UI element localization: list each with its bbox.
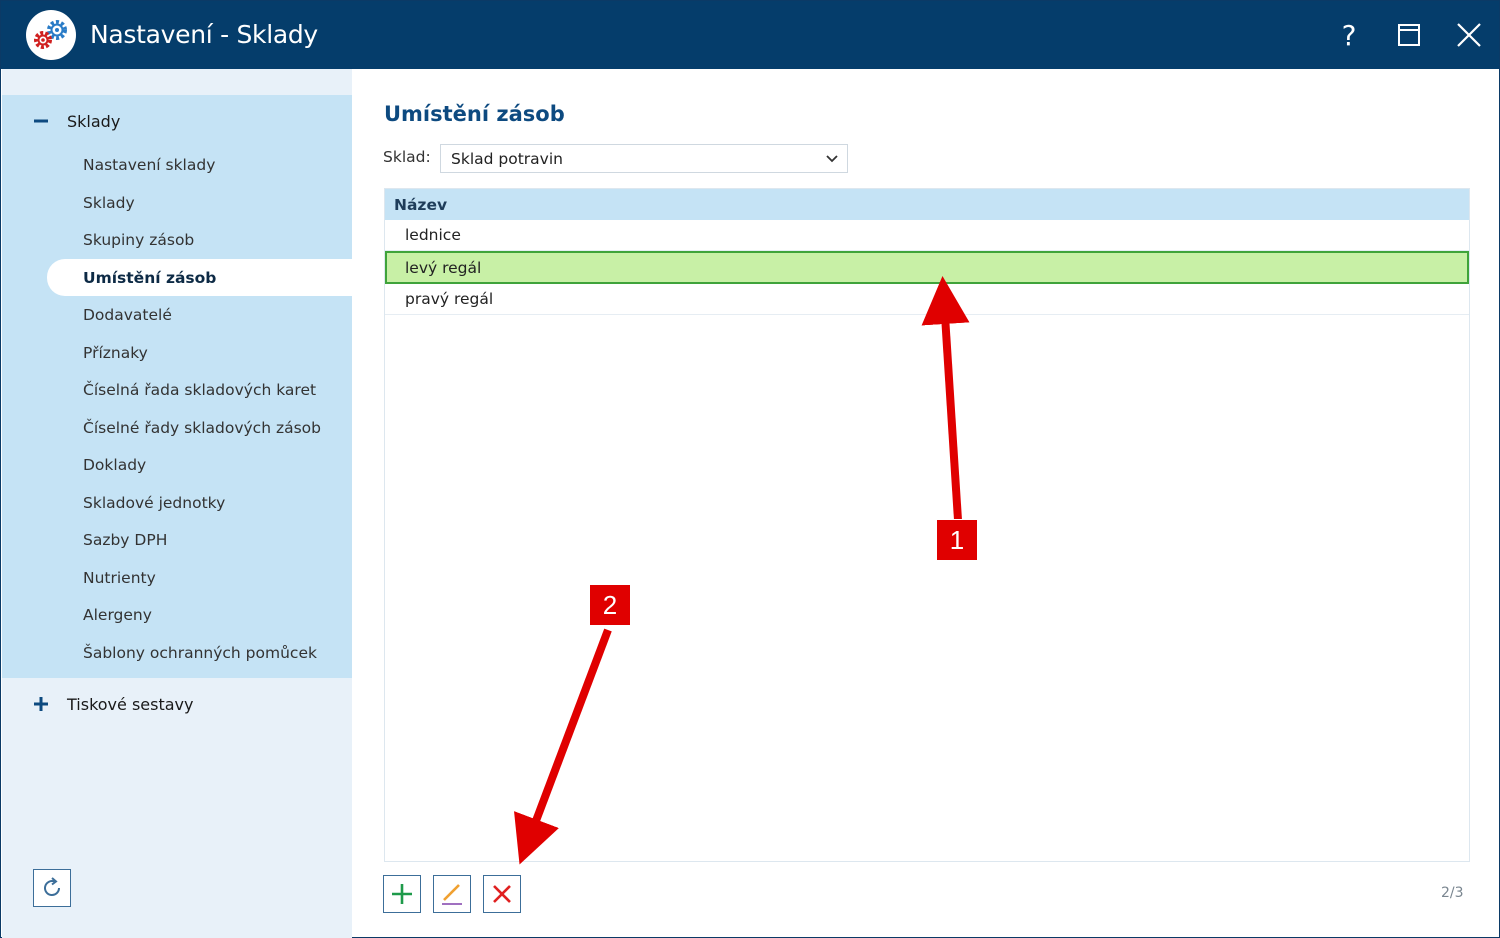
row-label: lednice	[405, 226, 461, 244]
sklad-select-value: Sklad potravin	[451, 149, 563, 168]
row-label: levý regál	[405, 258, 482, 277]
sidebar-item-doklady[interactable]: Doklady	[47, 446, 352, 483]
refresh-button[interactable]	[33, 869, 71, 907]
add-button[interactable]	[383, 875, 421, 913]
maximize-button[interactable]	[1389, 15, 1429, 55]
maximize-icon	[1398, 24, 1420, 46]
annotation-badge-2: 2	[590, 585, 630, 625]
sidebar-section-label: Tiskové sestavy	[67, 694, 194, 714]
column-header-label: Název	[394, 195, 448, 214]
sidebar-item-ciselne-rady-zasob[interactable]: Číselné řady skladových zásob	[47, 409, 352, 446]
sidebar-item-label: Dodavatelé	[83, 305, 172, 324]
settings-window: Nastavení - Sklady ? Sklady Nastavení sk…	[0, 0, 1500, 938]
pencil-icon	[442, 884, 462, 905]
sidebar-item-label: Umístění zásob	[83, 268, 217, 287]
sklad-label: Sklad:	[383, 148, 431, 166]
sidebar-item-sazby-dph[interactable]: Sazby DPH	[47, 521, 352, 558]
sidebar-item-nutrienty[interactable]: Nutrienty	[47, 559, 352, 596]
sidebar-item-ciselna-rada-karet[interactable]: Číselná řada skladových karet	[47, 371, 352, 408]
sidebar-item-label: Číselná řada skladových karet	[83, 380, 317, 399]
sidebar-item-label: Alergeny	[83, 605, 152, 624]
delete-x-icon	[493, 885, 511, 903]
sidebar-item-sablony-pomucek[interactable]: Šablony ochranných pomůcek	[47, 634, 352, 671]
sidebar-item-nastaveni-sklady[interactable]: Nastavení sklady	[47, 146, 352, 183]
window-title: Nastavení - Sklady	[90, 20, 318, 49]
sidebar-item-label: Doklady	[83, 455, 147, 474]
sidebar-section-label: Sklady	[67, 111, 121, 131]
gears-logo-icon	[26, 10, 76, 60]
help-icon: ?	[1341, 18, 1357, 52]
table-row[interactable]: lednice	[385, 220, 1469, 251]
chevron-down-icon	[826, 155, 838, 163]
help-button[interactable]: ?	[1329, 15, 1369, 55]
annotation-badge-1: 1	[937, 520, 977, 560]
title-bar: Nastavení - Sklady ?	[1, 1, 1499, 69]
close-button[interactable]	[1449, 15, 1489, 55]
sidebar-item-label: Nastavení sklady	[83, 155, 216, 174]
sidebar-section-tiskove-sestavy[interactable]: Tiskové sestavy	[2, 682, 352, 726]
row-label: pravý regál	[405, 290, 494, 308]
delete-button[interactable]	[483, 875, 521, 913]
sidebar-item-alergeny[interactable]: Alergeny	[47, 596, 352, 633]
expand-icon[interactable]	[32, 695, 50, 713]
sidebar-item-label: Šablony ochranných pomůcek	[83, 643, 317, 662]
grid-header-nazev[interactable]: Název	[385, 189, 1469, 220]
sidebar-section-sklady[interactable]: Sklady	[2, 99, 352, 143]
sidebar-item-sklady[interactable]: Sklady	[47, 184, 352, 221]
sidebar-item-label: Číselné řady skladových zásob	[83, 418, 321, 437]
sklad-select[interactable]: Sklad potravin	[440, 144, 848, 173]
table-row[interactable]: pravý regál	[385, 284, 1469, 315]
collapse-icon[interactable]	[32, 112, 50, 130]
sidebar-item-dodavatele[interactable]: Dodavatelé	[47, 296, 352, 333]
sidebar-item-label: Skupiny zásob	[83, 230, 195, 249]
plus-icon	[392, 884, 412, 904]
sidebar-item-skladove-jednotky[interactable]: Skladové jednotky	[47, 484, 352, 521]
sidebar-item-label: Sazby DPH	[83, 530, 168, 549]
sidebar-item-label: Nutrienty	[83, 568, 156, 587]
edit-button[interactable]	[433, 875, 471, 913]
locations-grid: Název lednice levý regál pravý regál	[384, 188, 1470, 862]
record-counter: 2/3	[1441, 885, 1464, 901]
refresh-icon	[44, 877, 61, 897]
table-row-selected[interactable]: levý regál	[385, 251, 1469, 284]
sidebar: Sklady Nastavení sklady Sklady Skupiny z…	[2, 69, 352, 938]
page-title: Umístění zásob	[384, 102, 565, 126]
sidebar-item-umisteni-zasob[interactable]: Umístění zásob	[47, 259, 352, 296]
sidebar-item-priznaky[interactable]: Příznaky	[47, 334, 352, 371]
close-icon	[1457, 23, 1481, 47]
sidebar-item-label: Skladové jednotky	[83, 493, 226, 512]
sidebar-item-label: Sklady	[83, 193, 135, 212]
sidebar-item-label: Příznaky	[83, 343, 148, 362]
sidebar-item-skupiny-zasob[interactable]: Skupiny zásob	[47, 221, 352, 258]
